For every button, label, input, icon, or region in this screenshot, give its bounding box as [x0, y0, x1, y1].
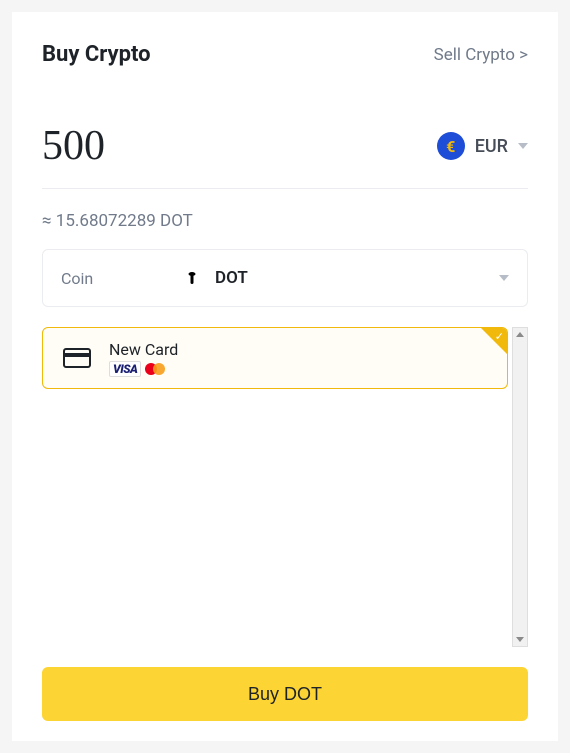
check-icon: ✓: [495, 330, 504, 343]
sell-crypto-link[interactable]: Sell Crypto >: [434, 45, 528, 65]
coin-select[interactable]: Coin DOT: [42, 249, 528, 307]
coin-label: Coin: [61, 269, 181, 288]
amount-row: € EUR: [42, 122, 528, 189]
polkadot-icon: [181, 267, 203, 289]
amount-input[interactable]: [42, 122, 242, 170]
currency-code: EUR: [475, 136, 508, 157]
card-network-logos: VISA: [109, 361, 178, 377]
conversion-estimate: ≈ 15.68072289 DOT: [42, 211, 528, 231]
payment-option-label: New Card: [109, 340, 178, 359]
scroll-down-icon: [516, 637, 524, 642]
euro-icon: €: [437, 132, 465, 160]
mastercard-icon: [145, 362, 167, 376]
coin-selected: DOT: [181, 267, 248, 289]
visa-icon: VISA: [109, 361, 141, 377]
scroll-up-icon: [516, 332, 524, 337]
chevron-down-icon: [499, 275, 509, 281]
currency-select[interactable]: € EUR: [437, 132, 528, 160]
chevron-down-icon: [518, 143, 528, 149]
credit-card-icon: [63, 348, 91, 368]
header: Buy Crypto Sell Crypto >: [42, 42, 528, 67]
buy-button[interactable]: Buy DOT: [42, 667, 528, 721]
scrollbar[interactable]: [512, 327, 528, 647]
buy-crypto-panel: Buy Crypto Sell Crypto > € EUR ≈ 15.6807…: [12, 12, 558, 741]
payment-option-new-card[interactable]: New Card VISA ✓: [42, 327, 508, 389]
coin-code: DOT: [215, 268, 248, 288]
payment-methods-area: New Card VISA ✓: [42, 327, 528, 647]
page-title: Buy Crypto: [42, 42, 151, 67]
